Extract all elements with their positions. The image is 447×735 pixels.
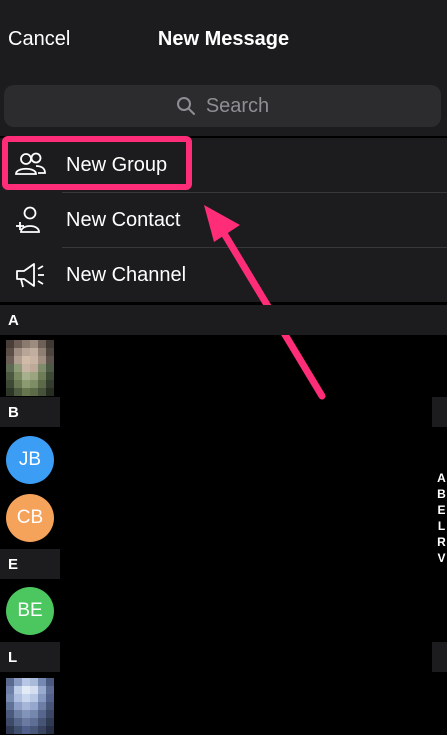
contact-avatar-blurred[interactable] xyxy=(6,678,54,735)
contact-avatar[interactable]: CB xyxy=(6,494,54,542)
section-header-e: E xyxy=(0,549,60,579)
section-strip xyxy=(432,642,447,672)
index-letter[interactable]: E xyxy=(436,502,447,518)
section-index[interactable]: A B E L R V xyxy=(436,470,447,566)
section-header-l: L xyxy=(0,642,60,672)
section-strip xyxy=(432,397,447,427)
annotation-arrow xyxy=(204,205,326,400)
index-letter[interactable]: B xyxy=(436,486,447,502)
index-letter[interactable]: R xyxy=(436,534,447,550)
contact-avatar-blurred[interactable] xyxy=(6,340,54,396)
contact-avatar[interactable]: JB xyxy=(6,436,54,484)
index-letter[interactable]: L xyxy=(436,518,447,534)
contact-avatar[interactable]: BE xyxy=(6,587,54,635)
section-header-a: A xyxy=(0,305,447,335)
index-letter[interactable]: V xyxy=(436,550,447,566)
index-letter[interactable]: A xyxy=(436,470,447,486)
section-header-b: B xyxy=(0,397,60,427)
